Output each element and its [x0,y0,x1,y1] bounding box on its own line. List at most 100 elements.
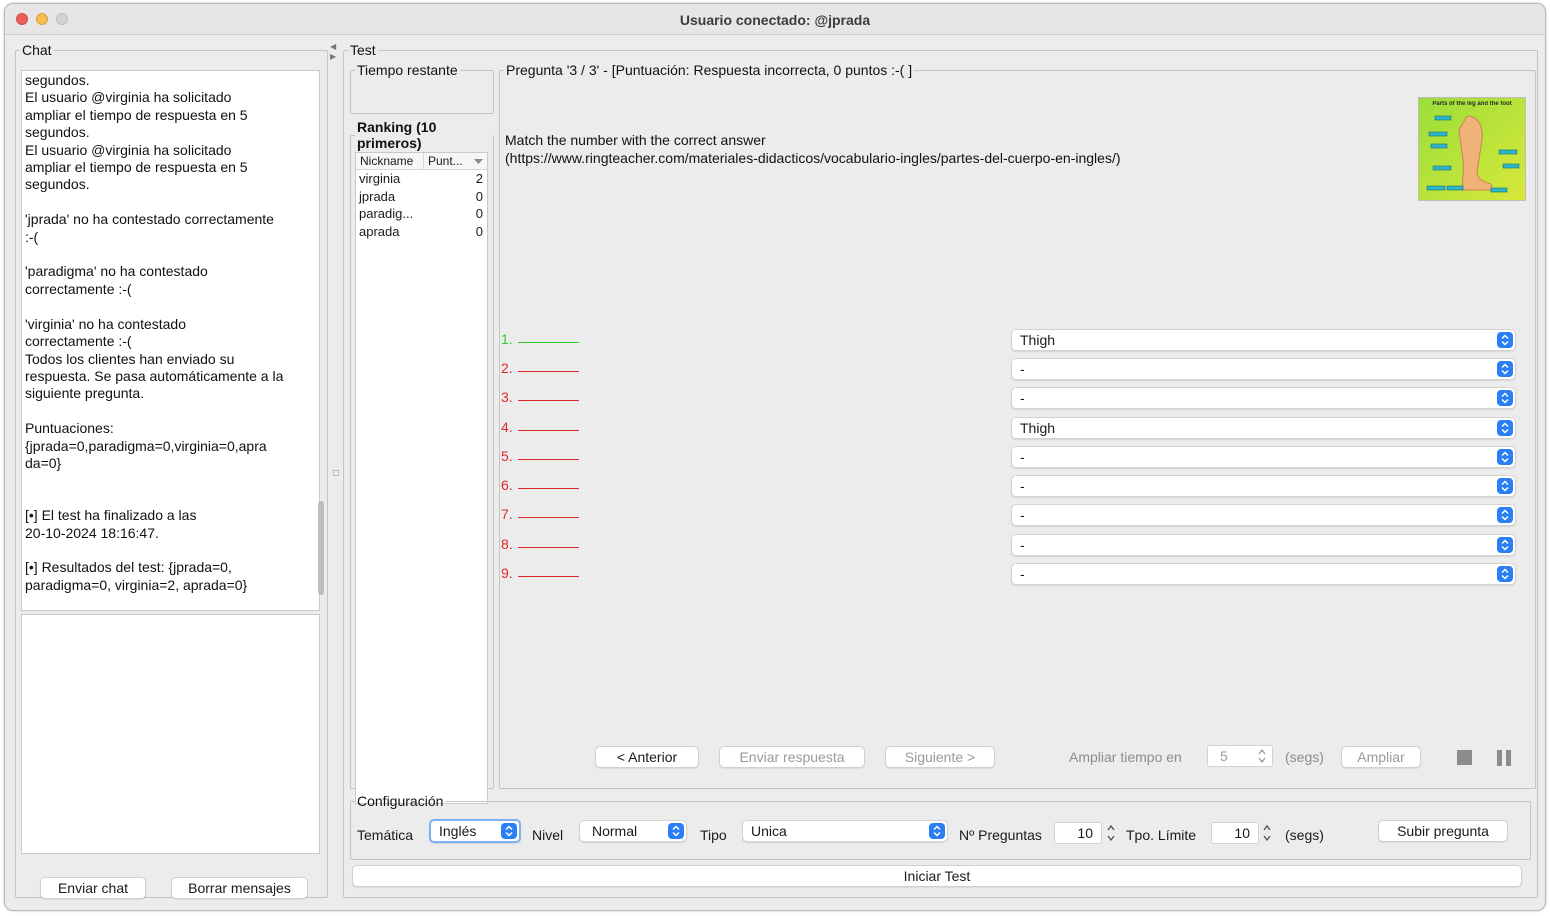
stop-icon[interactable] [1457,750,1472,765]
level-label: Nivel [532,827,564,843]
time-remaining-legend: Tiempo restante [357,62,458,78]
question-image[interactable]: Parts of the leg and the foot [1418,97,1526,201]
chevron-updown-icon [1497,566,1513,582]
answer-row: 4. Thigh [501,417,1524,441]
chevron-updown-icon [1497,507,1513,523]
points-column-header[interactable]: Punt... [424,153,487,169]
extend-button[interactable]: Ampliar [1341,746,1421,768]
chevron-updown-icon [1497,449,1513,465]
answer-blank [518,459,579,460]
nickname-column-header[interactable]: Nickname [356,153,424,169]
app-window: Usuario conectado: @jprada Chat segundos… [4,3,1546,911]
send-chat-button[interactable]: Enviar chat [40,877,146,899]
extend-time-label: Ampliar tiempo en [1069,749,1182,765]
chevron-updown-icon [1497,390,1513,406]
extend-time-unit: (segs) [1285,749,1324,765]
answer-select[interactable]: Thigh [1011,329,1516,351]
answer-blank [518,430,579,431]
ranking-table[interactable]: Nickname Punt... virginia 2 jprada 0 paradig… [355,152,488,804]
extend-time-input[interactable]: 5 [1207,745,1273,767]
time-limit-spinner-icon[interactable] [1262,824,1272,842]
ranking-rows: virginia 2 jprada 0 paradig... 0 aprada 0 [356,170,487,240]
type-value: Unica [751,823,787,839]
ranking-legend: Ranking (10 primeros) [357,119,437,151]
test-legend: Test [350,42,376,58]
num-questions-spinner-icon[interactable] [1106,824,1116,842]
answer-select[interactable]: - [1011,446,1516,468]
answer-select[interactable]: - [1011,534,1516,556]
chevron-updown-icon [1497,478,1513,494]
ranking-points: 0 [475,223,483,239]
answer-select[interactable]: - [1011,358,1516,380]
answer-selected-value: Thigh [1020,332,1056,348]
answer-selected-value: - [1020,566,1025,582]
chat-legend: Chat [22,42,52,58]
type-select[interactable]: Unica [742,820,948,842]
title-bar: Usuario conectado: @jprada [5,4,1545,35]
answer-number: 2. [501,360,513,376]
answer-select[interactable]: - [1011,563,1516,585]
previous-button[interactable]: < Anterior [595,746,699,768]
answer-select[interactable]: - [1011,504,1516,526]
question-legend: Pregunta '3 / 3' - [Puntuación: Respuest… [506,62,913,78]
next-button[interactable]: Siguiente > [885,746,995,768]
answer-blank [518,488,579,489]
answer-blank [518,371,579,372]
ranking-nickname: paradig... [359,206,414,221]
split-pane-handle[interactable] [333,470,339,476]
answer-select[interactable]: Thigh [1011,417,1516,439]
answer-blank [518,517,579,518]
ranking-row[interactable]: jprada 0 [356,188,487,206]
num-questions-label: Nº Preguntas [959,827,1042,843]
answer-number: 8. [501,536,513,552]
topic-select[interactable]: Inglés [429,819,521,843]
sort-desc-icon [474,159,483,164]
answer-row: 8. - [501,534,1524,558]
answer-row: 1. Thigh [501,329,1524,353]
answer-number: 1. [501,331,513,347]
level-select[interactable]: Normal [579,820,687,842]
topic-value: Inglés [439,823,477,839]
answer-select[interactable]: - [1011,387,1516,409]
spinner-icon [1258,749,1266,763]
answer-selected-value: - [1020,537,1025,553]
num-questions-input[interactable]: 10 [1054,822,1102,844]
ranking-points: 0 [475,206,483,221]
answer-selected-value: - [1020,361,1025,377]
chat-scrollbar[interactable] [318,501,324,595]
time-limit-input[interactable]: 10 [1211,822,1259,844]
answer-row: 6. - [501,475,1524,499]
answer-select[interactable]: - [1011,475,1516,497]
answer-number: 3. [501,389,513,405]
start-test-button[interactable]: Iniciar Test [352,865,1522,887]
ranking-row[interactable]: virginia 2 [356,170,487,188]
answer-number: 9. [501,565,513,581]
chevron-updown-icon [929,823,945,839]
upload-question-button[interactable]: Subir pregunta [1378,820,1508,842]
chevron-updown-icon [501,823,517,839]
chevron-updown-icon [1497,361,1513,377]
question-text: Match the number with the correct answer… [505,132,1121,166]
chat-message-input[interactable] [21,614,320,854]
answer-selected-value: Thigh [1020,420,1056,436]
points-column-label: Punt... [428,154,463,168]
send-answer-button[interactable]: Enviar respuesta [719,746,865,768]
chat-log[interactable]: segundos. El usuario @virginia ha solici… [21,70,320,611]
chevron-updown-icon [1497,537,1513,553]
chat-panel: Chat segundos. El usuario @virginia ha s… [15,42,328,899]
leg-illustration [1426,115,1520,193]
ranking-header: Nickname Punt... [356,153,487,170]
type-label: Tipo [700,827,727,843]
answer-number: 7. [501,506,513,522]
time-remaining-panel: Tiempo restante [350,62,494,114]
extend-time-value: 5 [1220,748,1228,764]
chevron-updown-icon [1497,420,1513,436]
answer-selected-value: - [1020,390,1025,406]
split-pane-arrows[interactable]: ◀ ▶ [330,42,336,62]
ranking-row[interactable]: paradig... 0 [356,205,487,223]
chevron-updown-icon [1497,332,1513,348]
ranking-row[interactable]: aprada 0 [356,223,487,241]
answer-blank [518,547,579,548]
clear-messages-button[interactable]: Borrar mensajes [171,877,308,899]
pause-icon[interactable] [1497,750,1513,766]
